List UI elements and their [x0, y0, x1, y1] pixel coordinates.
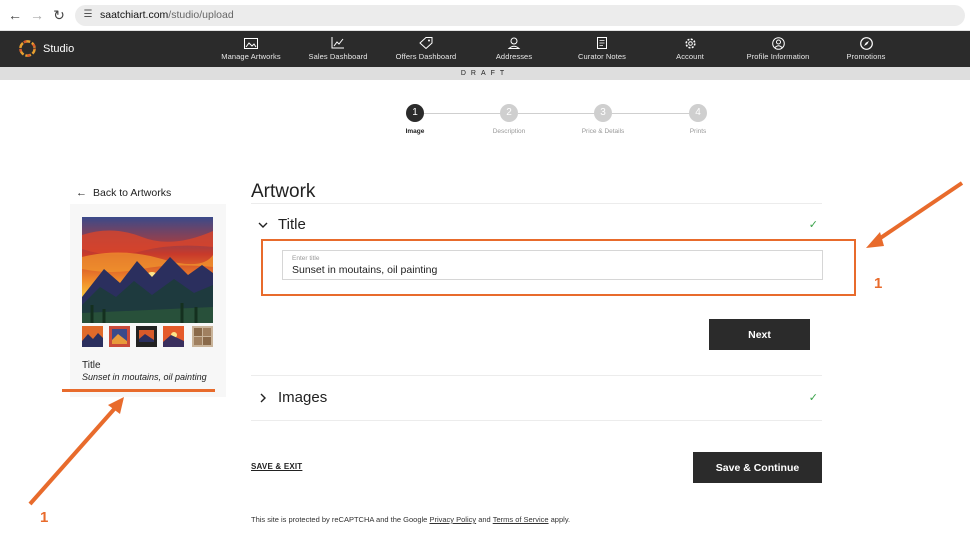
site-settings-icon[interactable]: ☰ — [82, 9, 94, 21]
recaptcha-notice: This site is protected by reCAPTCHA and … — [251, 515, 571, 524]
stepper-connector — [518, 113, 603, 114]
divider — [251, 203, 822, 204]
step-label-description: Description — [492, 128, 526, 135]
preview-title-label: Title — [82, 360, 101, 371]
gear-icon — [683, 37, 697, 49]
save-continue-button[interactable]: Save & Continue — [693, 452, 822, 483]
chevron-down-icon — [258, 222, 268, 228]
menu-account[interactable]: Account — [671, 37, 709, 63]
title-section-header[interactable]: Title ✓ — [251, 216, 822, 238]
images-section-header[interactable]: Images ✓ — [251, 389, 822, 411]
menu-addresses[interactable]: Addresses — [490, 37, 538, 63]
save-exit-link[interactable]: SAVE & EXIT — [251, 462, 302, 471]
step-label-prints: Prints — [689, 128, 707, 135]
thumbnail-5[interactable] — [192, 326, 213, 347]
divider — [251, 420, 822, 421]
user-icon — [771, 36, 785, 50]
address-bar[interactable]: ☰ saatchiart.com/studio/upload — [75, 5, 965, 26]
divider — [251, 375, 822, 376]
thumbnail-4[interactable] — [163, 326, 184, 347]
next-button[interactable]: Next — [709, 319, 810, 350]
terms-of-service-link[interactable]: Terms of Service — [493, 515, 549, 524]
chevron-right-icon — [260, 393, 266, 403]
title-input-field[interactable]: Enter title — [282, 250, 823, 280]
studio-logo-icon[interactable] — [18, 39, 37, 58]
studio-brand[interactable]: Studio — [43, 42, 74, 56]
back-arrow-icon: ← — [76, 187, 87, 199]
step-label-image: Image — [405, 128, 425, 135]
check-icon: ✓ — [808, 219, 818, 231]
annotation-underline — [62, 389, 215, 392]
compass-icon — [859, 36, 873, 50]
privacy-policy-link[interactable]: Privacy Policy — [429, 515, 476, 524]
step-description[interactable]: 2 — [500, 104, 518, 122]
thumbnail-1[interactable] — [82, 326, 103, 347]
menu-promotions[interactable]: Promotions — [843, 36, 889, 63]
title-input[interactable] — [292, 263, 812, 277]
annotation-number-right: 1 — [874, 275, 883, 292]
back-to-artworks-link[interactable]: ← Back to Artworks — [76, 186, 171, 200]
annotation-number-left: 1 — [40, 509, 49, 526]
step-image[interactable]: 1 — [406, 104, 424, 122]
arrow-head-right — [866, 232, 884, 248]
tag-icon — [419, 37, 433, 49]
check-icon: ✓ — [808, 392, 818, 404]
reload-icon[interactable]: ↻ — [51, 7, 67, 23]
back-arrow-icon[interactable]: ← — [7, 7, 23, 23]
browser-toolbar: ← → ↻ ☰ saatchiart.com/studio/upload — [0, 0, 970, 31]
page: ← → ↻ ☰ saatchiart.com/studio/upload Stu… — [0, 0, 970, 554]
step-prints[interactable]: 4 — [689, 104, 707, 122]
title-input-label: Enter title — [292, 255, 320, 262]
artwork-preview-card: Title Sunset in moutains, oil painting — [70, 204, 226, 397]
menu-manage-artworks[interactable]: Manage Artworks — [219, 37, 283, 63]
forward-arrow-icon[interactable]: → — [29, 7, 45, 23]
thumbnail-3[interactable] — [136, 326, 157, 347]
image-icon — [244, 37, 258, 49]
chart-icon — [331, 37, 345, 49]
url-text: saatchiart.com/studio/upload — [100, 9, 234, 21]
location-icon — [507, 37, 521, 49]
menu-profile-information[interactable]: Profile Information — [742, 36, 814, 63]
stepper-connector — [424, 113, 508, 114]
page-title: Artwork — [251, 181, 316, 202]
menu-offers-dashboard[interactable]: Offers Dashboard — [393, 37, 459, 63]
studio-header: Studio Manage Artworks Sales Dashboard O… — [0, 31, 970, 67]
menu-curator-notes[interactable]: Curator Notes — [574, 37, 630, 63]
preview-title-value: Sunset in moutains, oil painting — [82, 372, 207, 382]
menu-sales-dashboard[interactable]: Sales Dashboard — [306, 37, 370, 63]
thumbnail-2[interactable] — [109, 326, 130, 347]
stepper-connector — [612, 113, 698, 114]
notes-icon — [595, 37, 609, 49]
step-label-price-details: Price & Details — [581, 128, 625, 135]
arrow-head-left — [108, 397, 124, 414]
artwork-preview-image — [82, 217, 213, 323]
draft-banner: DRAFT — [0, 67, 970, 80]
step-price-details[interactable]: 3 — [594, 104, 612, 122]
